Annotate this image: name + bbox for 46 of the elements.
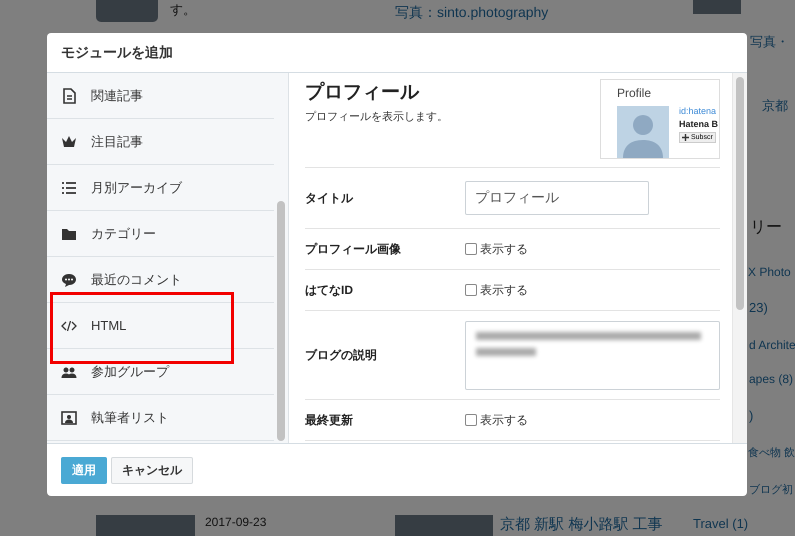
text: 2017-09-23 [205,515,266,529]
module-label: 注目記事 [91,132,143,150]
module-label: HTML [91,318,126,333]
module-label: 執筆者リスト [91,408,169,426]
field-label: プロフィール画像 [305,240,402,258]
module-label: カテゴリー [91,224,156,242]
field-label: 最終更新 [305,412,354,428]
plus-icon [682,134,689,141]
module-list-item[interactable]: 関連記事 [47,73,274,119]
document-icon [61,88,77,104]
list-icon [61,180,77,196]
description-textarea[interactable] [465,320,720,390]
scrollbar[interactable] [733,73,747,443]
module-label: 参加グループ [91,362,169,380]
field-label: タイトル [305,190,354,206]
photo-placeholder [96,0,158,22]
module-list-item[interactable]: 参加グループ [47,349,274,395]
section-heading: リー [750,218,782,238]
module-description: プロフィールを表示します。 [305,110,448,124]
module-list-item[interactable]: 注目記事 [47,119,274,165]
checkbox[interactable]: 表示する [465,282,528,298]
checkbox[interactable]: 表示する [465,240,528,258]
photo-placeholder [693,0,741,14]
title-input[interactable]: プロフィール [465,181,649,215]
module-list-item[interactable]: HTML [47,303,274,349]
module-list-item[interactable]: 最近のコメント [47,257,274,303]
profile-name: Hatena B [679,119,718,129]
text: す。 [170,1,196,19]
avatar-silhouette [617,106,669,158]
checkbox[interactable]: 表示する [465,412,528,428]
module-label: 関連記事 [91,86,143,104]
field-label: ブログの説明 [305,346,378,364]
module-title: プロフィール [305,80,420,105]
crown-icon [61,134,77,150]
module-label: 月別アーカイブ [91,178,182,196]
speech-bubble-icon [61,272,77,288]
preview-heading: Profile [617,86,652,100]
module-list-item[interactable]: カテゴリー [47,211,274,257]
module-list-item[interactable]: 執筆者リスト [47,395,274,441]
dialog-title: モジュールを追加 [61,44,173,62]
module-list-item[interactable]: 月別アーカイブ [47,165,274,211]
field-label: はてなID [305,282,354,298]
person-card-icon [61,410,77,426]
cancel-button[interactable]: キャンセル [111,456,193,484]
profile-id-link[interactable]: id:hatena [679,106,716,116]
module-label: 最近のコメント [91,270,182,288]
